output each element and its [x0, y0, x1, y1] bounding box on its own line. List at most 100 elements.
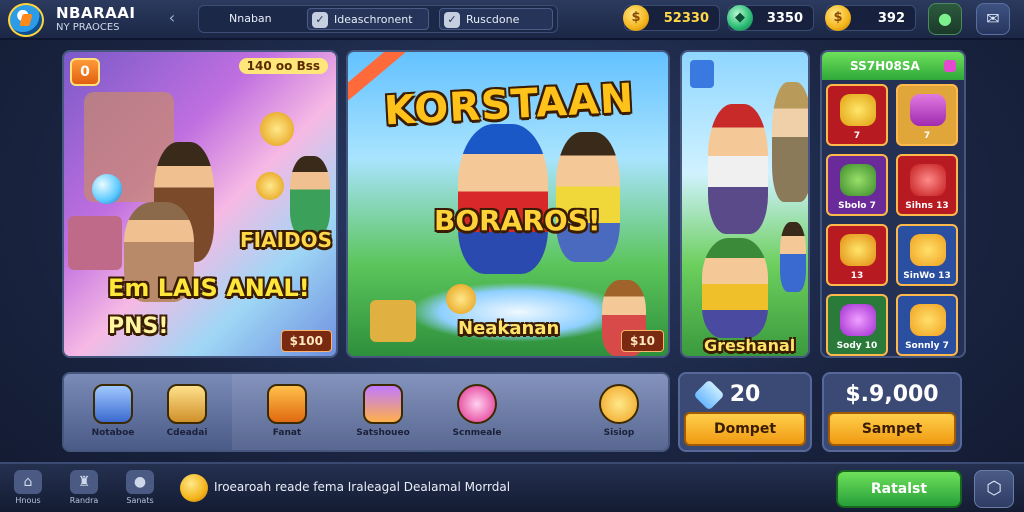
chick-item-icon: [910, 304, 946, 336]
inventory-slot[interactable]: Satshoueo: [348, 384, 418, 446]
runner-character: [708, 104, 768, 234]
token-amount: 392: [877, 11, 905, 26]
token-currency-counter[interactable]: $ 392: [825, 5, 916, 31]
app-subtitle: NY PRAOCES: [56, 22, 120, 33]
news-ticker[interactable]: Iroearoah reade fema Iraleagal Dealamal …: [180, 474, 740, 502]
green-hat-character: [702, 238, 768, 338]
mail-button[interactable]: ✉: [976, 3, 1010, 35]
cash-deal-amount: $.9,000: [845, 382, 939, 407]
shop-panel: SS7H08SA 7 7 Sbolo 7 Sihns 13 13 SinWo 1…: [820, 50, 966, 358]
cash-deal-button[interactable]: Sampet: [828, 412, 956, 446]
tab-label: Ideaschronent: [334, 13, 413, 26]
nav-tabs: Nnaban ✓ Ideaschronent ✓ Ruscdone: [198, 5, 558, 33]
character-banner[interactable]: Greshanal: [680, 50, 810, 358]
kid-character: [290, 156, 330, 236]
nav-social[interactable]: ● Sanats: [118, 470, 162, 505]
shop-item-label: Sihns 13: [905, 201, 949, 211]
coin-decoration: [260, 112, 294, 146]
shop-title: SS7H08SA: [850, 59, 920, 73]
news-text: Iroearoah reade fema Iraleagal Dealamal …: [214, 480, 511, 494]
top-bar: NBARAAI NY PRAOCES ‹ Nnaban ✓ Ideaschron…: [0, 0, 1024, 40]
mail-icon: ✉: [986, 9, 1000, 28]
shop-item[interactable]: 13: [826, 224, 888, 286]
shield-item-icon: [840, 94, 876, 126]
inventory-slot-label: Cdeadai: [166, 428, 208, 438]
inventory-slot-label: Notaboe: [91, 428, 135, 438]
primary-action-button[interactable]: Ratalst: [836, 470, 962, 508]
featured-price[interactable]: $10: [620, 330, 664, 352]
jumping-hero-character: [458, 124, 548, 274]
treasure-chest: [68, 216, 122, 270]
shop-item[interactable]: Sbolo 7: [826, 154, 888, 216]
gem-deal-button[interactable]: Dompet: [684, 412, 806, 446]
game-logo[interactable]: [8, 3, 44, 37]
event-price[interactable]: $100: [280, 330, 332, 352]
gem-deal-amount: 20: [729, 382, 761, 407]
inventory-slot[interactable]: Fanat: [252, 384, 322, 446]
nav-rank[interactable]: ♜ Randra: [62, 470, 106, 505]
gold-amount: 52330: [663, 11, 709, 26]
gold-coin-icon: [180, 474, 208, 502]
inventory-slot[interactable]: Notaboe: [78, 384, 148, 446]
chick-item-icon: [599, 384, 639, 424]
nav-label: Sanats: [126, 496, 154, 505]
notification-dot-icon: [944, 60, 956, 72]
inventory-slot[interactable]: Cdeadai: [152, 384, 222, 446]
old-man-character: [772, 82, 808, 202]
coin-decoration: [446, 284, 476, 314]
gold-coin-icon: $: [825, 5, 851, 31]
inventory-highlight: Fanat Satshoueo Scnmeale Sisiop: [232, 374, 668, 450]
shop-item[interactable]: SinWo 13: [896, 224, 958, 286]
map-item-icon: [93, 384, 133, 424]
shop-item[interactable]: Sody 10: [826, 294, 888, 356]
shop-item-label: 7: [853, 131, 861, 141]
inventory-bar: Notaboe Cdeadai Fanat Satshoueo Scnmeale…: [62, 372, 670, 452]
shop-item[interactable]: Sihns 13: [896, 154, 958, 216]
inventory-slot[interactable]: Sisiop: [584, 384, 654, 446]
gear-icon: ⬡: [986, 478, 1002, 499]
shop-item-label: SinWo 13: [903, 271, 951, 281]
friends-button[interactable]: ●: [928, 3, 962, 35]
shop-item-label: Sbolo 7: [838, 201, 876, 211]
inventory-slot-label: Fanat: [272, 428, 302, 438]
shop-item[interactable]: 7: [826, 84, 888, 146]
tab-ideaschronent[interactable]: ✓ Ideaschronent: [307, 8, 429, 30]
gold-currency-counter[interactable]: $ 52330: [623, 5, 720, 31]
nav-label: Randra: [69, 496, 99, 505]
tab-ruscdone[interactable]: ✓ Ruscdone: [439, 8, 553, 30]
settings-button[interactable]: ⬡: [974, 470, 1014, 508]
home-icon: ⌂: [14, 470, 42, 494]
inventory-slot-label: Satshoueo: [356, 428, 410, 438]
gift-box-icon: [910, 94, 946, 126]
event-banner-left[interactable]: 0 140 oo Bss FIAIDOS Em LAIS ANAL! PNS! …: [62, 50, 338, 358]
shop-item-label: 7: [923, 131, 931, 141]
scroll-item-icon: [167, 384, 207, 424]
inventory-slot[interactable]: Scnmeale: [442, 384, 512, 446]
shop-header: SS7H08SA: [822, 52, 964, 80]
helmet-item-icon: [910, 164, 946, 196]
shop-item[interactable]: 7: [896, 84, 958, 146]
nav-home[interactable]: ⌂ Hnous: [6, 470, 50, 505]
shield-icon: ✓: [312, 12, 328, 28]
gem-icon: ◆: [727, 5, 753, 31]
flag-decoration: [690, 60, 714, 88]
featured-name: Neakanan: [458, 318, 560, 339]
coin-stack-icon: [840, 234, 876, 266]
gem-currency-counter[interactable]: ◆ 3350: [727, 5, 814, 31]
featured-banner[interactable]: KORSTAAN BORAROS! Neakanan $10: [346, 50, 670, 358]
tab-label: Ruscdone: [466, 13, 520, 26]
featured-title: KORSTAAN: [382, 75, 636, 135]
shop-item[interactable]: Sonnly 7: [896, 294, 958, 356]
tab-nnaban[interactable]: Nnaban: [229, 8, 272, 30]
gift-item-icon: [267, 384, 307, 424]
nav-label: Hnous: [15, 496, 41, 505]
featured-subtitle: BORAROS!: [434, 204, 601, 237]
shop-item-label: 13: [850, 271, 864, 281]
orb-item-icon: [457, 384, 497, 424]
goggles-item-icon: [363, 384, 403, 424]
shop-item-label: Sonnly 7: [905, 341, 949, 351]
cash-deal-card: $.9,000 Sampet: [822, 372, 962, 452]
event-subheadline: PNS!: [108, 314, 169, 339]
chat-icon: ●: [126, 470, 154, 494]
back-chevron-icon[interactable]: ‹: [162, 8, 182, 28]
